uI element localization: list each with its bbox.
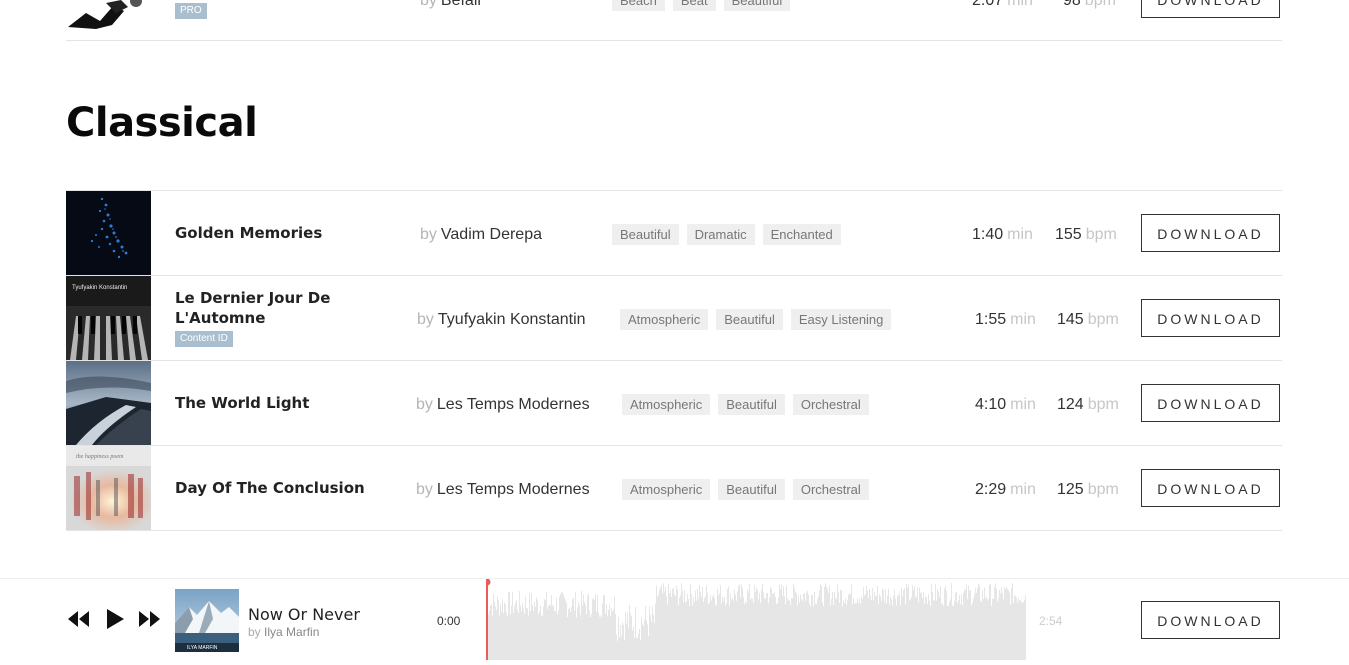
download-button[interactable]: DOWNLOAD [1141,384,1280,422]
tag[interactable]: Orchestral [792,394,869,415]
playhead[interactable] [486,579,488,660]
track-artist: by Les Temps Modernes [416,396,590,413]
track-duration: 1:40 min [972,226,1033,243]
rewind-icon[interactable] [66,609,90,634]
now-playing-title[interactable]: Now Or Never [248,605,360,624]
tag[interactable]: Beautiful [716,309,783,330]
waveform-seekbar[interactable] [483,578,1028,660]
track-title[interactable]: Day Of The Conclusion [175,478,375,498]
cover-text: ILYA MARFIN [187,645,218,651]
tag[interactable]: Atmospheric [622,479,711,500]
tag[interactable]: Beautiful [612,224,679,245]
tag[interactable]: Orchestral [792,479,869,500]
tag[interactable]: Beautiful [718,394,785,415]
track-row: the happiness poem Day Of The Conclusion… [66,446,1282,531]
tag-list: Atmospheric Beautiful Easy Listening [620,309,899,330]
tag[interactable]: Dramatic [686,224,755,245]
tag-list: Atmospheric Beautiful Orchestral [622,479,877,500]
track-artist: by Vadim Derepa [420,226,542,243]
audio-player: ILYA MARFIN Now Or Never by Ilya Marfin … [0,578,1349,660]
track-cover[interactable]: Tyufyakin Konstantin [66,276,151,360]
track-bpm: 98 bpm [1063,0,1116,9]
artist-link[interactable]: Vadim Derepa [441,226,542,243]
pro-badge: PRO [175,3,207,19]
track-bpm: 125 bpm [1057,481,1119,498]
track-title[interactable]: The World Light [175,393,375,413]
cover-text: Tyufyakin Konstantin [72,285,127,291]
tag[interactable]: Beat [672,0,716,11]
track-artist: by Befall [420,0,481,10]
now-playing-artist: by Ilya Marfin [248,625,320,639]
current-time: 0:00 [437,614,461,628]
play-icon[interactable] [105,608,125,635]
track-duration: 1:55 min [975,311,1036,328]
track-artist: by Les Temps Modernes [416,481,590,498]
track-title-block: Le Dernier Jour De L'Automne Content ID [175,288,375,347]
track-list: Golden Memories by Vadim Derepa Beautiful… [66,190,1282,531]
tag[interactable]: Beach [612,0,665,11]
tag-list: Beach Beat Beautiful [612,0,798,11]
tag[interactable]: Beautiful [718,479,785,500]
track-cover[interactable] [66,361,151,445]
track-row-previous: PRO by Befall Beach Beat Beautiful 2:07 min … [66,0,1282,41]
cover-text: the happiness poem [76,454,124,460]
tag[interactable]: Atmospheric [622,394,711,415]
tag-list: Beautiful Dramatic Enchanted [612,224,849,245]
track-bpm: 155 bpm [1055,226,1117,243]
artist-link[interactable]: Befall [441,0,481,9]
track-row: Golden Memories by Vadim Derepa Beautiful… [66,191,1282,276]
track-duration: 2:07 min [972,0,1033,9]
track-row: The World Light by Les Temps Modernes Atm… [66,361,1282,446]
section-title: Classical [66,100,258,146]
tag[interactable]: Atmospheric [620,309,709,330]
fast-forward-icon[interactable] [138,609,162,634]
track-bpm: 124 bpm [1057,396,1119,413]
track-artist: by Tyufyakin Konstantin [417,311,586,328]
player-cover[interactable]: ILYA MARFIN [175,589,239,652]
tag-list: Atmospheric Beautiful Orchestral [622,394,877,415]
artist-link[interactable]: Ilya Marfin [264,625,319,639]
artist-link[interactable]: Les Temps Modernes [437,396,590,413]
artist-link[interactable]: Les Temps Modernes [437,481,590,498]
track-cover[interactable]: the happiness poem [66,446,151,530]
download-button[interactable]: DOWNLOAD [1141,299,1280,337]
artist-link[interactable]: Tyufyakin Konstantin [438,311,586,328]
total-time: 2:54 [1039,614,1063,628]
track-row: Tyufyakin Konstantin Le Dernier Jour De … [66,276,1282,361]
tag[interactable]: Easy Listening [790,309,892,330]
download-button[interactable]: DOWNLOAD [1141,469,1280,507]
track-cover[interactable] [66,191,151,275]
waveform[interactable] [483,578,1028,660]
content-id-badge: Content ID [175,331,233,347]
track-title[interactable]: Golden Memories [175,223,375,243]
track-duration: 2:29 min [975,481,1036,498]
tag[interactable]: Beautiful [723,0,791,11]
track-duration: 4:10 min [975,396,1036,413]
playhead-handle[interactable] [483,578,491,586]
player-download-button[interactable]: DOWNLOAD [1141,601,1280,639]
download-button[interactable]: DOWNLOAD [1141,214,1280,252]
track-cover[interactable] [66,0,151,40]
track-bpm: 145 bpm [1057,311,1119,328]
tag[interactable]: Enchanted [762,224,841,245]
download-button[interactable]: DOWNLOAD [1141,0,1280,18]
track-title[interactable]: Le Dernier Jour De L'Automne [175,288,375,328]
